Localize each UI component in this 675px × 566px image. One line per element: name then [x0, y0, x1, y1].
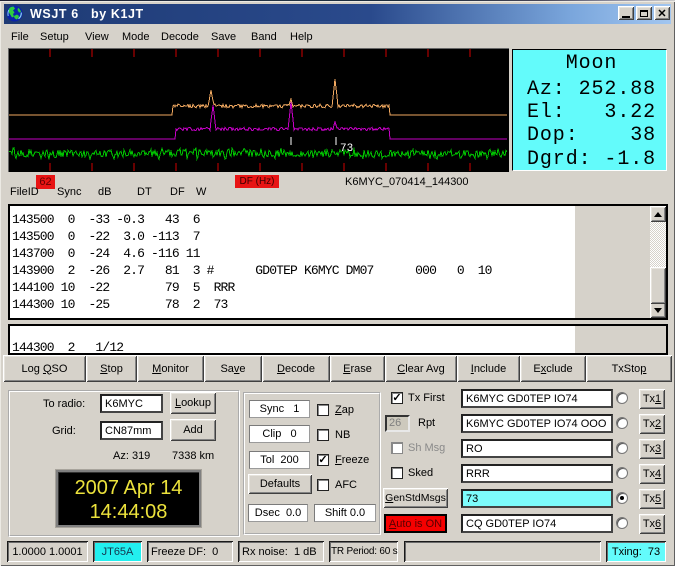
svg-text:73: 73	[340, 143, 353, 155]
